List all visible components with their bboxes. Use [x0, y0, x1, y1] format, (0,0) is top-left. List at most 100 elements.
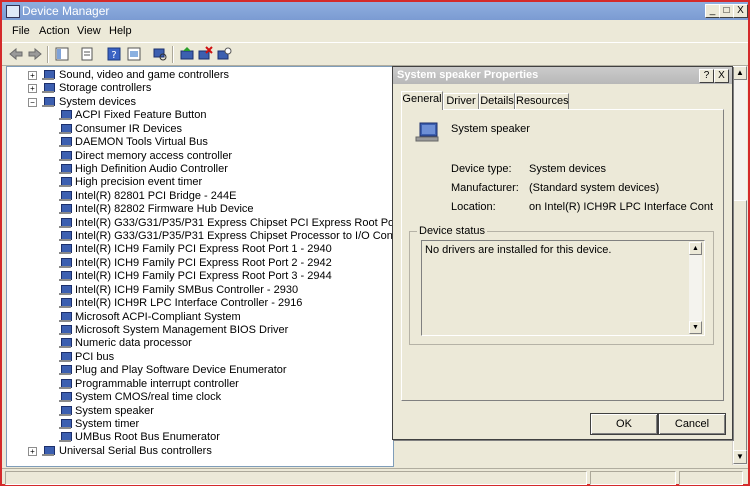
tree-device-item[interactable]: Consumer IR Devices: [7, 123, 387, 136]
device-icon: [59, 405, 72, 416]
tab-driver[interactable]: Driver: [443, 93, 479, 109]
scroll-thumb[interactable]: [733, 200, 747, 462]
tree-category[interactable]: + Sound, video and game controllers: [7, 69, 387, 82]
status-scroll-track[interactable]: [689, 255, 702, 321]
tree-device-item[interactable]: Intel(R) G33/G31/P35/P31 Express Chipset…: [7, 217, 393, 230]
device-label: System timer: [75, 417, 140, 430]
tab-details[interactable]: Details: [479, 93, 515, 109]
tree-device-item[interactable]: Intel(R) ICH9R LPC Interface Controller …: [7, 297, 387, 310]
device-label: High Definition Audio Controller: [75, 162, 228, 175]
device-icon: [59, 231, 72, 242]
tree-device-item[interactable]: ACPI Fixed Feature Button: [7, 109, 387, 122]
device-icon: [59, 378, 72, 389]
device-icon: [59, 217, 72, 228]
device-label: Intel(R) 82801 PCI Bridge - 244E: [75, 189, 237, 202]
device-label: Intel(R) G33/G31/P35/P31 Express Chipset…: [75, 230, 393, 243]
device-label: Microsoft System Management BIOS Driver: [75, 323, 289, 336]
menu-action[interactable]: Action: [39, 25, 70, 37]
forward-icon[interactable]: [27, 46, 43, 62]
maximize-button[interactable]: □: [719, 4, 734, 18]
device-tree[interactable]: + Sound, video and game controllers + Stora…: [6, 66, 394, 467]
tree-device-item[interactable]: Intel(R) ICH9 Family PCI Express Root Po…: [7, 270, 387, 283]
device-label: Intel(R) ICH9R LPC Interface Controller …: [75, 297, 303, 310]
uninstall-icon[interactable]: [197, 46, 213, 62]
tree-device-item[interactable]: Intel(R) ICH9 Family SMBus Controller - …: [7, 284, 387, 297]
device-icon: [59, 123, 72, 134]
tree-device-item[interactable]: Intel(R) 82802 Firmware Hub Device: [7, 203, 387, 216]
tree-device-item[interactable]: Intel(R) G33/G31/P35/P31 Express Chipset…: [7, 230, 393, 243]
tree-device-item[interactable]: Numeric data processor: [7, 337, 387, 350]
tree-device-item[interactable]: UMBus Root Bus Enumerator: [7, 431, 387, 444]
menu-bar: File Action View Help: [2, 21, 748, 41]
dialog-close-button[interactable]: X: [714, 69, 729, 83]
device-label: System speaker: [75, 404, 154, 417]
back-icon[interactable]: [8, 46, 24, 62]
tree-device-item[interactable]: System speaker: [7, 405, 387, 418]
svg-text:?: ?: [111, 50, 116, 61]
properties-icon[interactable]: [79, 46, 95, 62]
tree-device-item[interactable]: Intel(R) ICH9 Family PCI Express Root Po…: [7, 257, 387, 270]
tree-expander-icon[interactable]: −: [28, 97, 37, 107]
tree-device-item[interactable]: System timer: [7, 418, 387, 431]
ok-button[interactable]: OK: [590, 413, 658, 435]
tree-device-item[interactable]: Microsoft System Management BIOS Driver: [7, 324, 387, 337]
dialog-title: System speaker Properties: [397, 69, 539, 81]
title-bar: Device Manager _ □ X: [2, 2, 748, 20]
cancel-button[interactable]: Cancel: [658, 413, 726, 435]
tree-device-item[interactable]: PCI bus: [7, 351, 387, 364]
device-status-label: Device status: [417, 225, 488, 237]
help-icon[interactable]: ?: [106, 46, 122, 62]
minimize-button[interactable]: _: [705, 4, 720, 18]
scroll-up-button[interactable]: ▲: [733, 66, 747, 80]
tree-expander-icon[interactable]: +: [28, 446, 37, 456]
tree-expander-icon[interactable]: +: [28, 84, 37, 94]
status-cell-3: [679, 471, 743, 485]
device-label: Intel(R) ICH9 Family SMBus Controller - …: [75, 283, 299, 296]
device-icon: [42, 83, 55, 94]
status-scroll-up[interactable]: ▲: [689, 242, 702, 255]
view-icon[interactable]: [54, 46, 70, 62]
device-status-textbox[interactable]: No drivers are installed for this device…: [421, 240, 705, 336]
tree-device-item[interactable]: Microsoft ACPI-Compliant System: [7, 311, 387, 324]
location-label: Location:: [451, 201, 496, 213]
disable-icon[interactable]: [216, 46, 232, 62]
toolbar-separator: [47, 46, 49, 63]
scan-hardware-icon[interactable]: [152, 46, 168, 62]
tree-device-item[interactable]: High precision event timer: [7, 176, 387, 189]
close-button[interactable]: X: [733, 4, 748, 18]
menu-help[interactable]: Help: [109, 25, 132, 37]
tree-device-item[interactable]: High Definition Audio Controller: [7, 163, 387, 176]
device-icon: [59, 271, 72, 282]
tab-general[interactable]: General: [401, 91, 443, 110]
tree-device-item[interactable]: DAEMON Tools Virtual Bus: [7, 136, 387, 149]
tree-device-item[interactable]: Direct memory access controller: [7, 150, 387, 163]
tree-category[interactable]: − System devices: [7, 96, 387, 109]
tab-resources[interactable]: Resources: [515, 93, 569, 109]
menu-file[interactable]: File: [12, 25, 30, 37]
device-label: Intel(R) ICH9 Family PCI Express Root Po…: [75, 243, 332, 256]
device-icon: [59, 137, 72, 148]
status-bar: [2, 468, 748, 485]
refresh-icon[interactable]: [126, 46, 142, 62]
tree-device-item[interactable]: System CMOS/real time clock: [7, 391, 387, 404]
tree-vertical-scrollbar[interactable]: ▲ ▼: [732, 66, 747, 465]
device-label: Intel(R) ICH9 Family PCI Express Root Po…: [75, 256, 332, 269]
dialog-help-button[interactable]: ?: [699, 69, 714, 83]
scroll-down-button[interactable]: ▼: [733, 450, 747, 464]
device-label: High precision event timer: [75, 176, 203, 189]
status-scroll-down[interactable]: ▼: [689, 321, 702, 334]
device-icon: [59, 244, 72, 255]
tree-category[interactable]: + Universal Serial Bus controllers: [7, 445, 387, 458]
tree-device-item[interactable]: Intel(R) 82801 PCI Bridge - 244E: [7, 190, 387, 203]
menu-view[interactable]: View: [77, 25, 101, 37]
device-icon: [59, 163, 72, 174]
dialog-title-bar: System speaker Properties ? X: [393, 67, 732, 84]
tree-category[interactable]: + Storage controllers: [7, 82, 387, 95]
device-label: Plug and Play Software Device Enumerator: [75, 364, 287, 377]
tree-device-item[interactable]: Programmable interrupt controller: [7, 378, 387, 391]
tree-device-item[interactable]: Plug and Play Software Device Enumerator: [7, 364, 387, 377]
tree-expander-icon[interactable]: +: [28, 71, 37, 80]
device-label: Programmable interrupt controller: [75, 377, 239, 390]
update-driver-icon[interactable]: [179, 46, 195, 62]
tree-device-item[interactable]: Intel(R) ICH9 Family PCI Express Root Po…: [7, 243, 387, 256]
